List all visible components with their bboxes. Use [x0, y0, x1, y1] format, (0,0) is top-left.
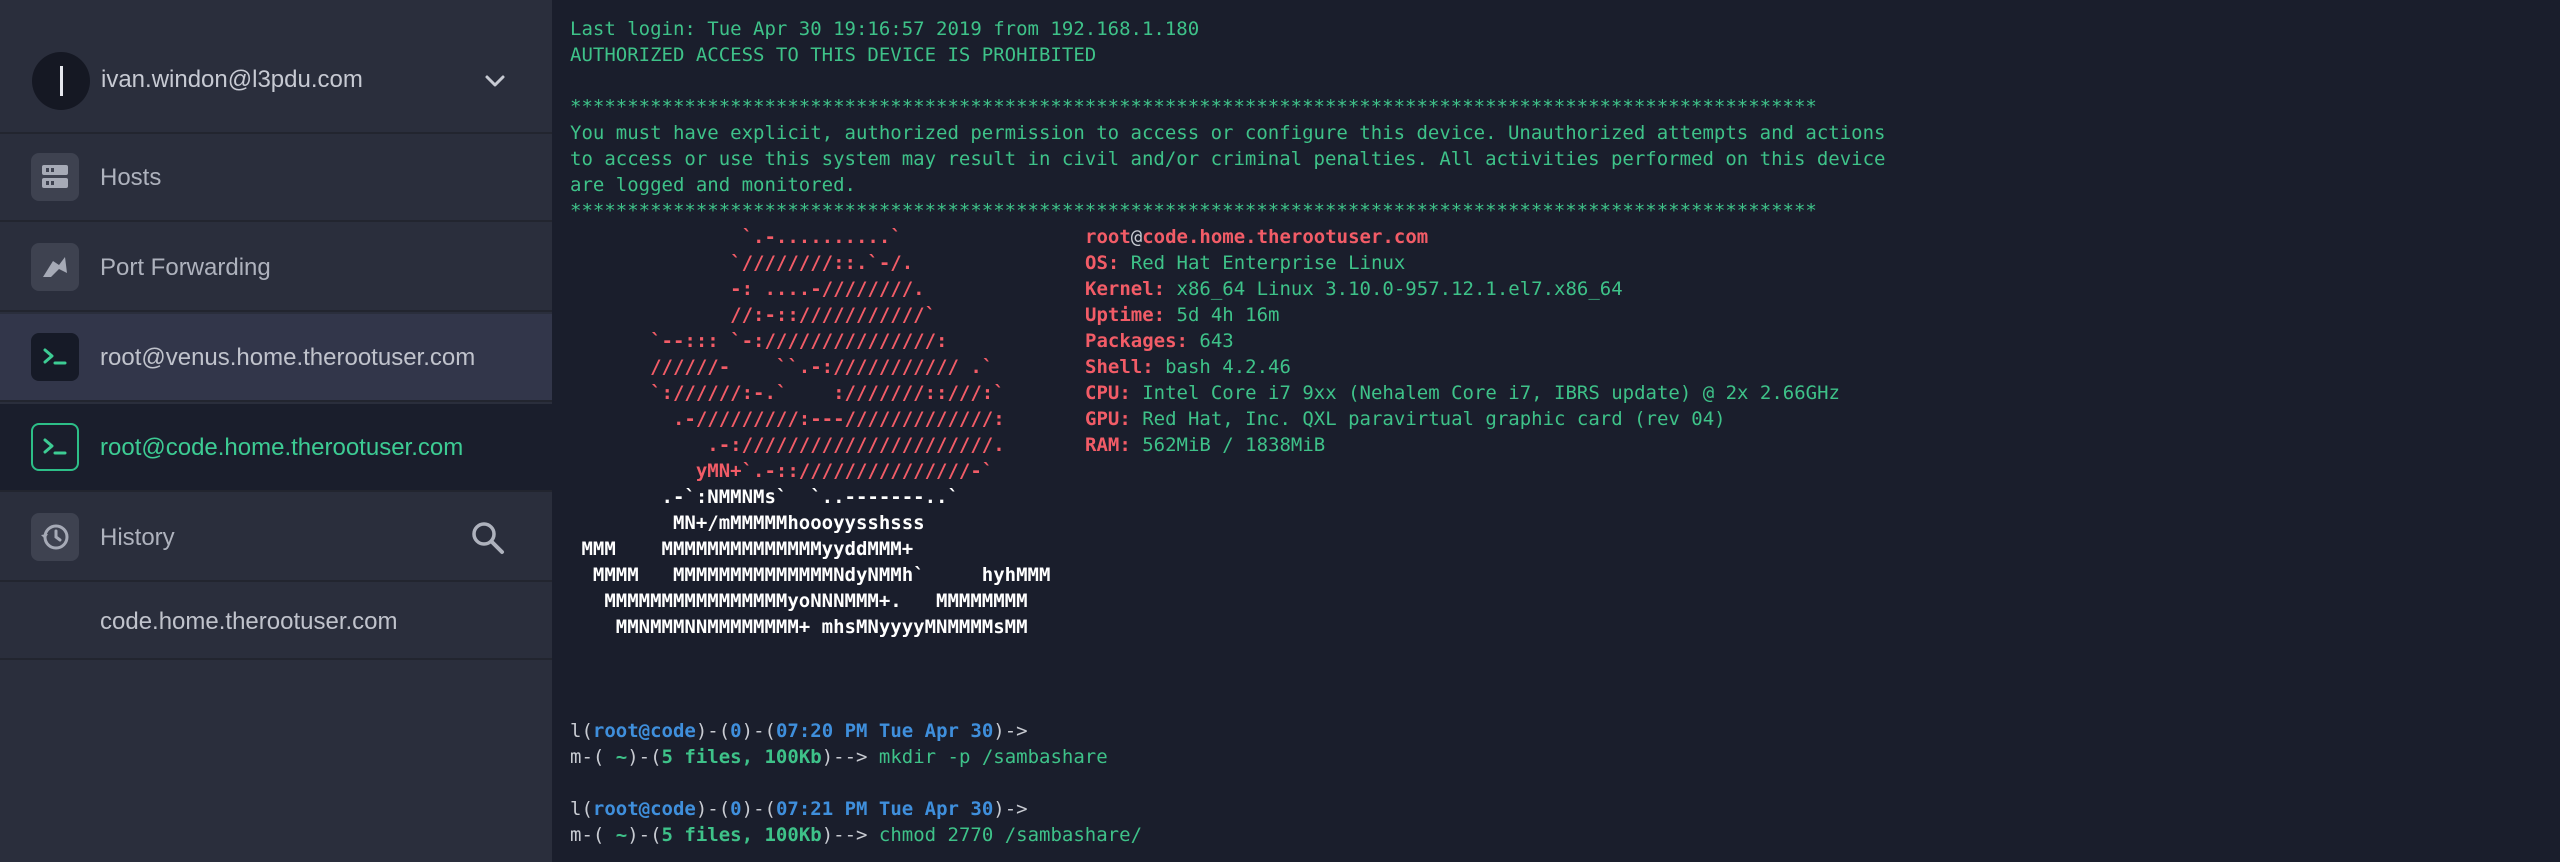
- ascii-art-line: `--::: `-:///////////////:: [570, 330, 948, 352]
- sysinfo-row: Kernel: x86_64 Linux 3.10.0-957.12.1.el7…: [1085, 278, 1623, 300]
- sidebar-item-port-forwarding[interactable]: Port Forwarding: [0, 224, 552, 312]
- ascii-art-line: `.-..........`: [570, 226, 902, 248]
- sidebar-item-code-session[interactable]: root@code.home.therootuser.com: [0, 404, 552, 492]
- prompt-status-line: l(root@code)-(0)-(07:20 PM Tue Apr 30)->: [570, 720, 1028, 742]
- login-line: Last login: Tue Apr 30 19:16:57 2019 fro…: [570, 18, 1200, 40]
- command-text: mkdir -p /sambashare: [878, 746, 1108, 768]
- history-entry-label: code.home.therootuser.com: [100, 608, 398, 635]
- ascii-art-line: MMM MMMMMMMMMMMMMMyyddMMM+: [570, 538, 914, 560]
- ascii-art-line: MMMMMMMMMMMMMMMMyoNNNMMM+. MMMMMMMM: [570, 590, 1028, 612]
- ascii-art-line: MMMM MMMMMMMMMMMMMMNdyNMMh` hyhMMM: [570, 564, 1051, 586]
- ascii-art-line: `://////:-.` :///////::///:`: [570, 382, 1005, 404]
- notice-line: are logged and monitored.: [570, 174, 856, 196]
- sidebar-item-label: Hosts: [100, 164, 162, 191]
- sysinfo-row: Packages: 643: [1085, 330, 1234, 352]
- sysinfo-row: Uptime: 5d 4h 16m: [1085, 304, 1280, 326]
- ascii-art-line: //:-::///////////`: [570, 304, 937, 326]
- sidebar-item-hosts[interactable]: Hosts: [0, 134, 552, 222]
- search-icon[interactable]: [470, 520, 506, 556]
- prompt-command-line: m-( ~)-(5 files, 100Kb)--> mkdir -p /sam…: [570, 746, 1108, 768]
- sidebar-item-label: root@code.home.therootuser.com: [100, 434, 464, 461]
- terminal-icon: [31, 423, 79, 471]
- warning-line: AUTHORIZED ACCESS TO THIS DEVICE IS PROH…: [570, 44, 1097, 66]
- sidebar-item-label: root@venus.home.therootuser.com: [100, 344, 476, 371]
- sysinfo-row: OS: Red Hat Enterprise Linux: [1085, 252, 1406, 274]
- terminal[interactable]: Last login: Tue Apr 30 19:16:57 2019 fro…: [552, 0, 2560, 862]
- sysinfo-row: CPU: Intel Core i7 9xx (Nehalem Core i7,…: [1085, 382, 1840, 404]
- sidebar-item-history[interactable]: History: [0, 494, 552, 582]
- sidebar: ivan.windon@l3pdu.com Hosts Port Forward…: [0, 0, 552, 862]
- sidebar-item-label: History: [100, 524, 175, 551]
- sidebar-item-venus-session[interactable]: root@venus.home.therootuser.com: [0, 314, 552, 402]
- banner-stars-bottom: ****************************************…: [570, 200, 1817, 222]
- history-entry-code[interactable]: code.home.therootuser.com: [0, 584, 552, 660]
- chevron-down-icon[interactable]: [484, 70, 506, 92]
- prompt-status-line: l(root@code)-(0)-(07:21 PM Tue Apr 30)->: [570, 798, 1028, 820]
- ascii-art-line: `////////::.`-/.: [570, 252, 914, 274]
- avatar: [32, 52, 90, 110]
- account-email: ivan.windon@l3pdu.com: [101, 66, 363, 93]
- notice-line: You must have explicit, authorized permi…: [570, 122, 1886, 144]
- ascii-art-line: //////- ``.-://///////// .`: [570, 356, 994, 378]
- banner-stars-top: ****************************************…: [570, 96, 1817, 118]
- notice-line: to access or use this system may result …: [570, 148, 1886, 170]
- hosts-icon: [31, 153, 79, 201]
- port-forwarding-icon: [31, 243, 79, 291]
- terminal-icon: [31, 333, 79, 381]
- sysinfo-row: GPU: Red Hat, Inc. QXL paravirtual graph…: [1085, 408, 1726, 430]
- ascii-art-line: MMNMMMNNMMMMMMMM+ mhsMNyyyyMNMMMMsMM: [570, 616, 1028, 638]
- command-text: chmod 2770 /sambashare/: [878, 824, 1143, 846]
- ascii-art-line: .-/////////:---/////////////:: [570, 408, 1005, 430]
- sysinfo-row: RAM: 562MiB / 1838MiB: [1085, 434, 1326, 456]
- account-switcher[interactable]: ivan.windon@l3pdu.com: [0, 0, 552, 134]
- ascii-art-line: yMN+`.-::///////////////-`: [570, 460, 994, 482]
- sysinfo-header: root@code.home.therootuser.com: [1085, 226, 1429, 248]
- ascii-art-line: -: ....-////////.: [570, 278, 925, 300]
- ascii-art-line: .-`:NMMNMs` `..-------..`: [570, 486, 959, 508]
- ascii-art-line: MN+/mMMMMMhoooyysshsss: [570, 512, 925, 534]
- ascii-art-line: .-://////////////////////.: [570, 434, 1005, 456]
- sidebar-item-label: Port Forwarding: [100, 254, 271, 281]
- sysinfo-row: Shell: bash 4.2.46: [1085, 356, 1291, 378]
- prompt-command-line: m-( ~)-(5 files, 100Kb)--> chmod 2770 /s…: [570, 824, 1143, 846]
- history-icon: [31, 513, 79, 561]
